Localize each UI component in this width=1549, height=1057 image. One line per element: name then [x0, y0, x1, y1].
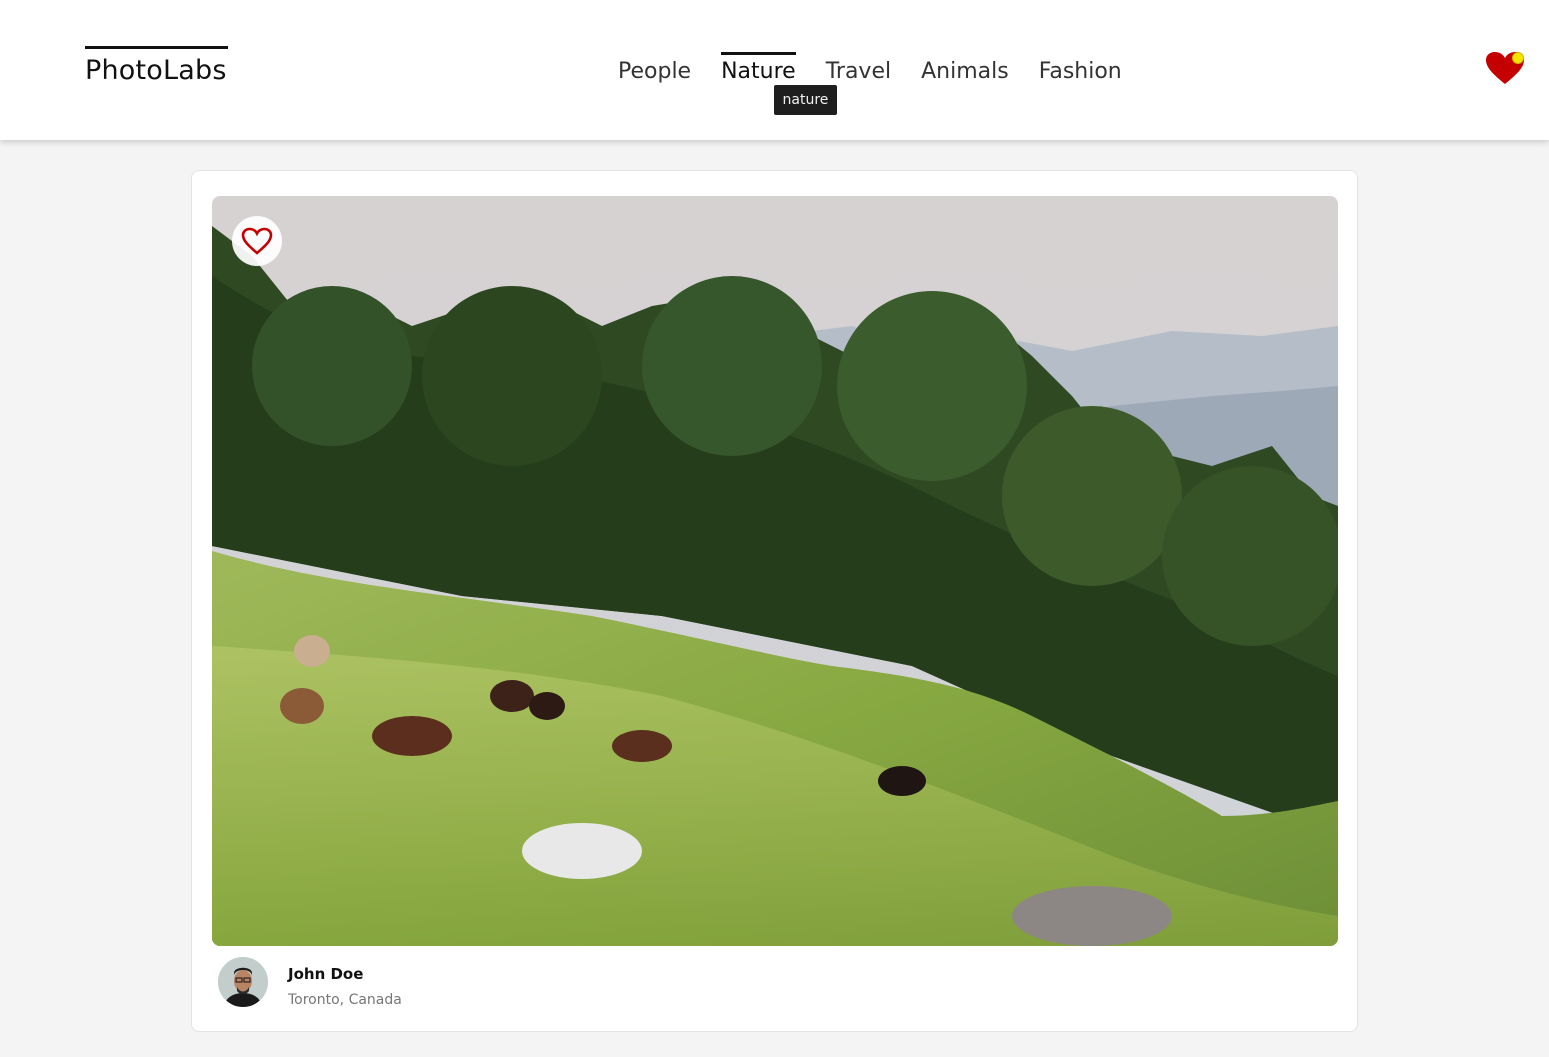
user-avatar-image: [218, 957, 268, 1007]
topic-animals[interactable]: Animals: [921, 52, 1009, 85]
heart-outline-icon: [241, 227, 273, 255]
notification-dot: [1512, 52, 1524, 64]
topic-travel[interactable]: Travel: [826, 52, 891, 85]
photo-card: John Doe Toronto, Canada: [191, 170, 1358, 1032]
like-button[interactable]: [232, 216, 282, 266]
landscape-photo: [212, 196, 1338, 946]
topic-list: People Nature Travel Animals Fashion: [618, 52, 1122, 85]
topic-fashion[interactable]: Fashion: [1039, 52, 1122, 85]
photo-image[interactable]: [212, 196, 1338, 946]
topic-people[interactable]: People: [618, 52, 691, 85]
logo[interactable]: PhotoLabs: [85, 46, 228, 86]
user-avatar: [218, 957, 268, 1007]
top-navigation-bar: PhotoLabs People Nature Travel Animals F…: [0, 0, 1549, 140]
topic-tooltip: nature: [774, 85, 837, 115]
user-name: John Doe: [288, 965, 364, 983]
topic-nature[interactable]: Nature: [721, 52, 796, 85]
user-location: Toronto, Canada: [288, 992, 402, 1008]
